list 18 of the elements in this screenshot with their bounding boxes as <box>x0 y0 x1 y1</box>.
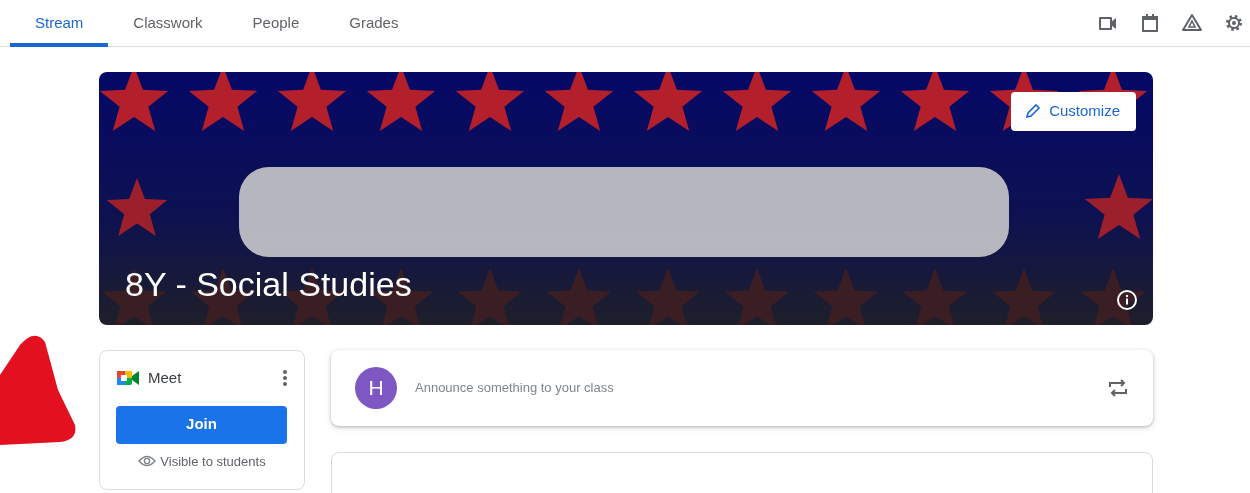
tab[interactable]: Grades <box>324 0 424 47</box>
visibility-label: Visible to students <box>160 452 266 471</box>
avatar: H <box>355 367 397 409</box>
customize-button[interactable]: Customize <box>1011 92 1136 131</box>
calendar-icon[interactable] <box>1139 12 1161 34</box>
tab[interactable]: Classwork <box>108 0 228 47</box>
triangle-icon[interactable] <box>1181 12 1203 34</box>
pencil-icon <box>1025 103 1042 120</box>
class-name: 8Y - Social Studies <box>125 264 412 305</box>
tab[interactable]: Stream <box>10 0 109 47</box>
tab[interactable]: People <box>227 0 325 47</box>
settings-icon[interactable] <box>1223 12 1245 34</box>
join-button[interactable]: Join <box>116 405 287 444</box>
meet-title: Meet <box>148 368 182 388</box>
eye-icon <box>138 455 157 468</box>
more-icon[interactable] <box>282 369 288 388</box>
info-icon[interactable] <box>1116 289 1138 311</box>
repost-icon[interactable] <box>1107 377 1129 399</box>
